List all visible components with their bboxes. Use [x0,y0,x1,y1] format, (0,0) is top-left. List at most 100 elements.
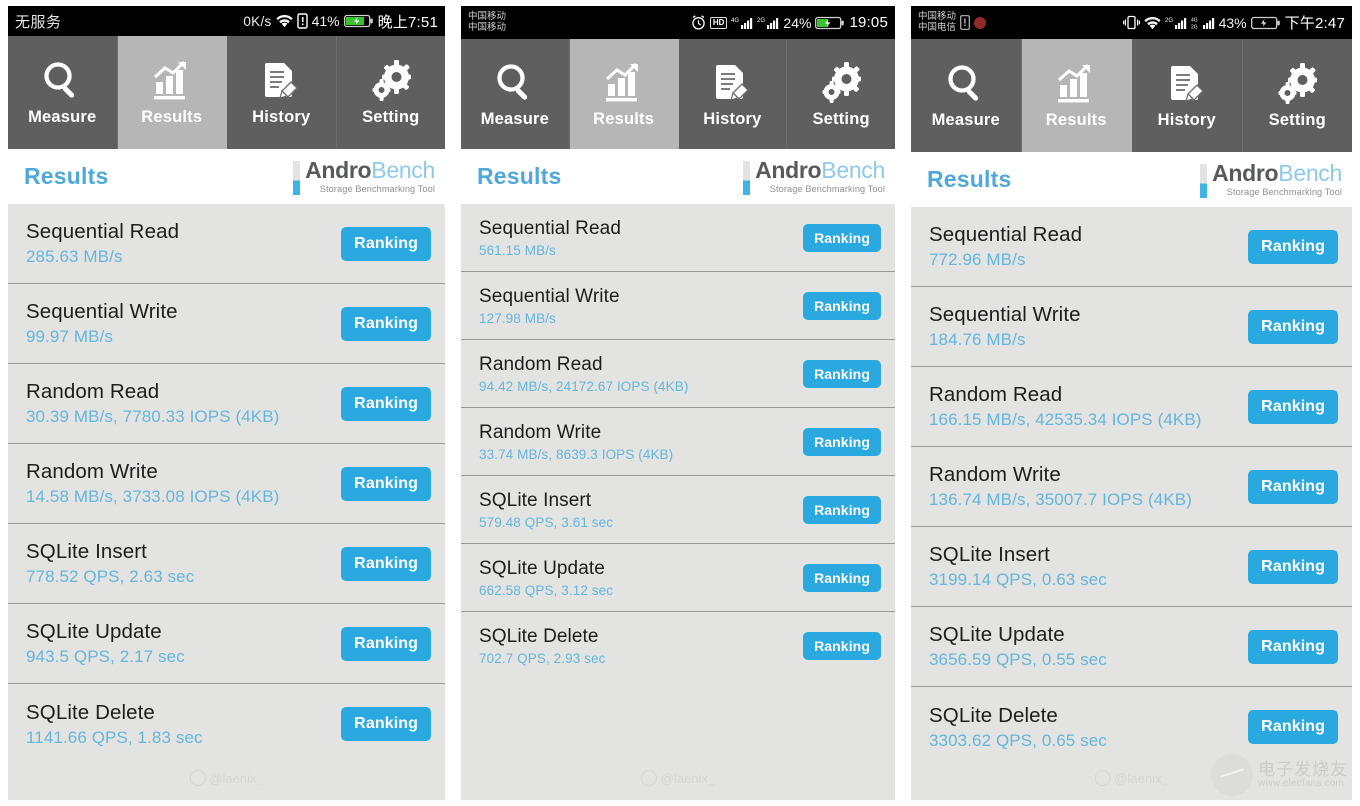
status-bar: 中国移动 中国移动 HD 4G 2G 24% 19:05 [461,6,895,39]
table-row[interactable]: SQLite Insert 579.48 QPS, 3.61 sec Ranking [461,476,895,544]
ranking-button[interactable]: Ranking [803,291,881,320]
table-row[interactable]: Random Read 30.39 MB/s, 7780.33 IOPS (4KB… [8,364,445,444]
carrier-label: 中国移动 中国移动 [468,11,506,33]
weibo-icon [640,770,657,786]
ranking-button[interactable]: Ranking [341,626,431,661]
document-pencil-icon [1164,61,1210,107]
table-row[interactable]: Random Write 136.74 MB/s, 35007.7 IOPS (4… [911,447,1352,527]
ranking-button[interactable]: Ranking [341,306,431,341]
ranking-button[interactable]: Ranking [1248,229,1338,264]
tab-label: Results [593,109,655,128]
battery-percent-label: 24% [783,14,812,31]
status-bar: 中国移动 中国电信 2G 4G 2G 43% 下午2:47 [911,6,1352,39]
ranking-button[interactable]: Ranking [1248,469,1338,504]
ranking-button[interactable]: Ranking [1248,549,1338,584]
tab-setting[interactable]: Setting [787,39,895,149]
tab-label: Setting [1268,111,1326,129]
table-row[interactable]: SQLite Update 943.5 QPS, 2.17 sec Ranking [8,604,445,684]
metric-name: SQLite Insert [479,489,592,511]
logo-bar-icon [293,160,301,195]
ranking-button[interactable]: Ranking [803,563,881,592]
status-bar-right: HD 4G 2G 24% 19:05 [691,14,888,31]
bar-chart-icon [601,60,647,106]
elecfans-url: www.elecfans.com [1258,777,1345,789]
page-title: Results [477,163,562,189]
metric-value: 166.15 MB/s, 42535.34 IOPS (4KB) [929,410,1202,429]
ranking-button[interactable]: Ranking [1248,629,1338,664]
tab-setting[interactable]: Setting [336,36,445,149]
ranking-button[interactable]: Ranking [1248,309,1338,344]
carrier-line-1: 中国移动 [918,11,957,23]
table-row[interactable]: Sequential Write 99.97 MB/s Ranking [8,284,445,364]
sim-icon [960,15,970,30]
tab-label: Measure [931,111,1000,129]
tab-measure[interactable]: Measure [461,39,570,149]
magnifier-icon [39,58,85,104]
table-row[interactable]: Sequential Read 561.15 MB/s Ranking [461,204,895,272]
logo-andro: Andro [755,156,822,183]
page-title: Results [927,166,1012,192]
ranking-button[interactable]: Ranking [803,223,881,252]
tab-results[interactable]: Results [117,36,227,149]
ranking-button[interactable]: Ranking [803,359,881,388]
table-row[interactable]: Sequential Write 184.76 MB/s Ranking [911,287,1352,367]
metric-value: 3199.14 QPS, 0.63 sec [929,570,1107,589]
tab-label: Measure [480,109,550,128]
ranking-button[interactable]: Ranking [803,632,881,660]
tab-history[interactable]: History [678,39,788,149]
androbench-logo: AndroBench Storage Benchmarking Tool [293,158,435,195]
ranking-button[interactable]: Ranking [341,546,431,581]
metric-name: Sequential Read [479,217,621,239]
status-bar-left: 中国移动 中国移动 [468,11,506,33]
table-row[interactable]: SQLite Delete 702.7 QPS, 2.93 sec Ranking [461,612,895,680]
tab-history[interactable]: History [1132,39,1243,152]
table-row[interactable]: SQLite Insert 778.52 QPS, 2.63 sec Ranking [8,524,445,604]
tab-setting[interactable]: Setting [1242,39,1352,152]
sim-alert-icon [296,13,308,29]
tab-measure[interactable]: Measure [8,36,118,149]
status-bar-left: 中国移动 中国电信 [918,11,987,33]
weibo-handle: @laenix_ [1114,770,1169,786]
ranking-button[interactable]: Ranking [803,495,881,524]
table-row[interactable]: Random Write 33.74 MB/s, 8639.3 IOPS (4KB… [461,408,895,476]
table-row[interactable]: Sequential Write 127.98 MB/s Ranking [461,272,895,340]
wifi-icon [275,14,293,28]
table-row[interactable]: SQLite Delete 3303.62 QPS, 0.65 sec Rankin… [911,687,1352,767]
ranking-button[interactable]: Ranking [1248,710,1338,744]
ranking-button[interactable]: Ranking [341,386,431,421]
ranking-button[interactable]: Ranking [341,707,431,741]
table-row[interactable]: Sequential Read 772.96 MB/s Ranking [911,207,1352,287]
metric-name: Sequential Read [929,223,1083,246]
clock-label: 19:05 [849,14,888,31]
document-pencil-icon [258,58,304,104]
tab-label: History [703,109,762,128]
svg-text:4G: 4G [1191,17,1198,23]
notification-badge-icon [974,16,987,29]
signal-2g-icon: 2G [757,16,779,30]
table-row[interactable]: SQLite Insert 3199.14 QPS, 0.63 sec Rankin… [911,527,1352,607]
ranking-button[interactable]: Ranking [341,466,431,501]
table-row[interactable]: Sequential Read 285.63 MB/s Ranking [8,204,445,284]
table-row[interactable]: SQLite Update 662.58 QPS, 3.12 sec Ranking [461,544,895,612]
tab-results[interactable]: Results [569,39,679,149]
logo-bar-icon [1200,163,1208,198]
table-row[interactable]: Random Write 14.58 MB/s, 3733.08 IOPS (4K… [8,444,445,524]
tab-results[interactable]: Results [1021,39,1132,152]
table-row[interactable]: Random Read 94.42 MB/s, 24172.67 IOPS (4K… [461,340,895,408]
table-row[interactable]: Random Read 166.15 MB/s, 42535.34 IOPS (4… [911,367,1352,447]
ranking-button[interactable]: Ranking [341,226,431,261]
phone-screenshot-3: 中国移动 中国电信 2G 4G 2G 43% 下午2:47 Measure Re… [905,0,1360,806]
wifi-icon [1143,16,1161,30]
tab-history[interactable]: History [227,36,337,149]
ranking-button[interactable]: Ranking [1248,389,1338,424]
battery-charging-icon [343,14,374,28]
weibo-icon [189,770,206,786]
logo-bar-icon [743,160,751,195]
vibrate-icon [1122,15,1140,30]
ranking-button[interactable]: Ranking [803,427,881,456]
tab-measure[interactable]: Measure [911,39,1022,152]
table-row[interactable]: SQLite Update 3656.59 QPS, 0.55 sec Rankin… [911,607,1352,687]
app-header: Results AndroBench Storage Benchmarking … [911,152,1352,207]
table-row[interactable]: SQLite Delete 1141.66 QPS, 1.83 sec Rankin… [8,684,445,764]
metric-value: 772.96 MB/s [929,250,1026,269]
